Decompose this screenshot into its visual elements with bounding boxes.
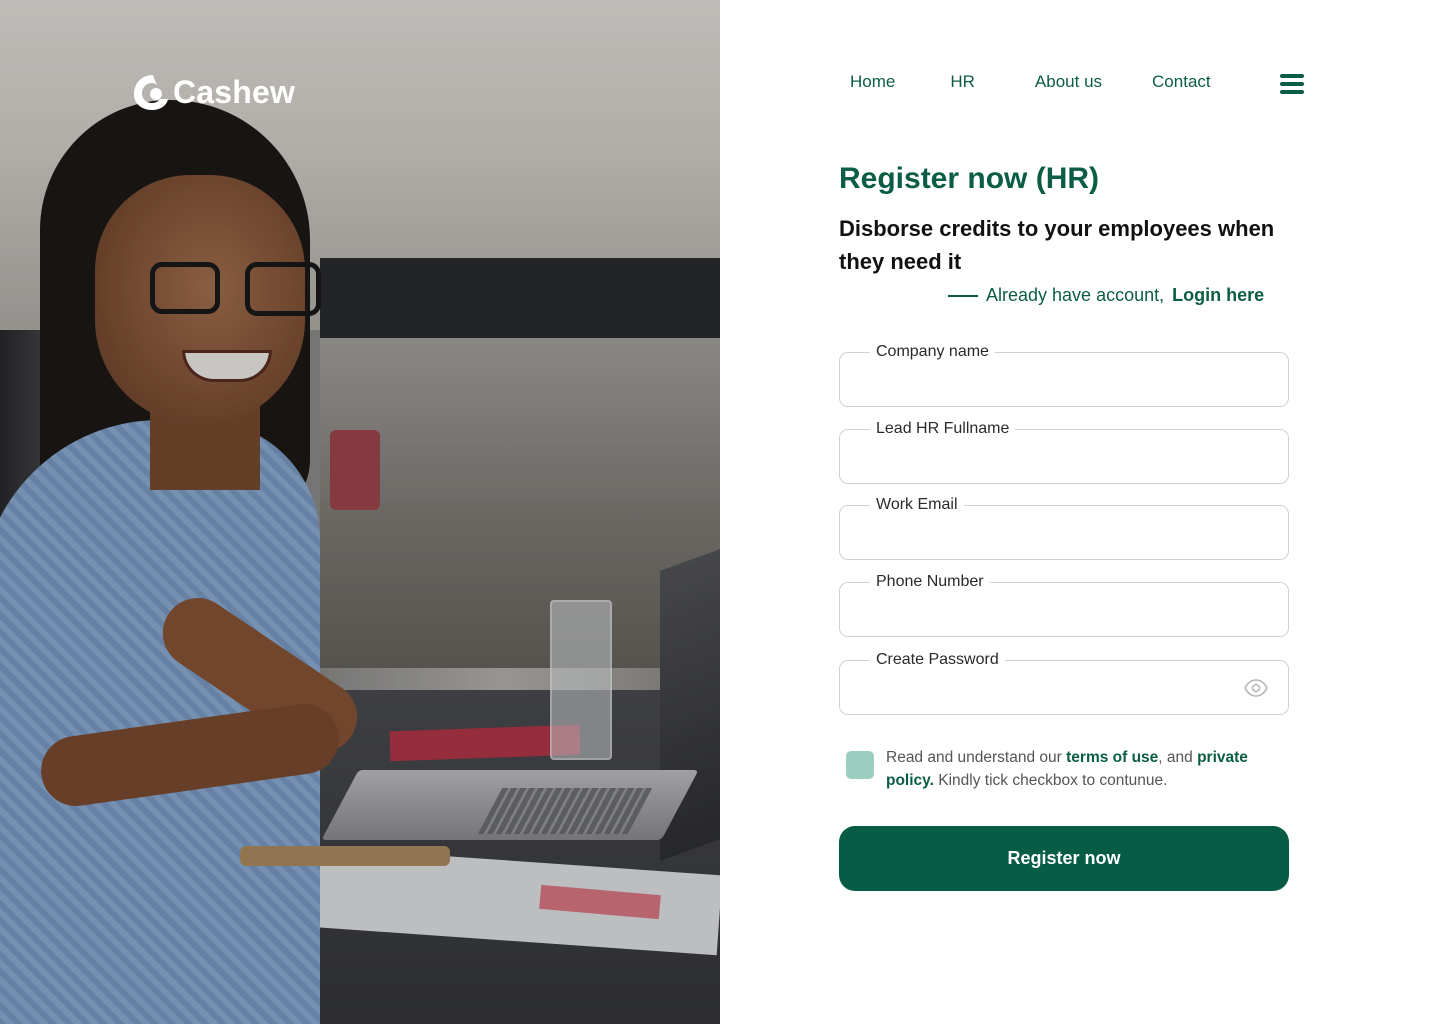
terms-text: Read and understand our terms of use, an…: [886, 746, 1286, 792]
register-button[interactable]: Register now: [839, 826, 1289, 891]
company-name-field[interactable]: Company name: [839, 343, 1289, 407]
nav-about-us[interactable]: About us: [1035, 72, 1102, 92]
lead-hr-fullname-label: Lead HR Fullname: [870, 420, 1016, 438]
terms-middle: , and: [1158, 749, 1193, 766]
form-panel: Home HR About us Contact Register now (H…: [720, 0, 1440, 1024]
login-link[interactable]: Login here: [1172, 285, 1264, 306]
brand-logo[interactable]: Cashew: [131, 72, 295, 112]
terms-suffix: Kindly tick checkbox to contunue.: [938, 772, 1168, 789]
top-nav: Home HR About us Contact: [850, 72, 1211, 92]
terms-prefix: Read and understand our: [886, 749, 1062, 766]
page-title: Register now (HR): [839, 162, 1100, 195]
work-email-field[interactable]: Work Email: [839, 496, 1289, 560]
nav-home[interactable]: Home: [850, 72, 895, 92]
phone-number-input[interactable]: [860, 599, 1240, 623]
cashew-logo-icon: [134, 75, 168, 110]
login-prompt: Already have account, Login here: [948, 285, 1264, 306]
company-name-label: Company name: [870, 343, 995, 361]
login-prompt-text: Already have account,: [986, 285, 1165, 305]
phone-number-field[interactable]: Phone Number: [839, 573, 1289, 637]
phone-number-label: Phone Number: [870, 573, 990, 591]
lead-hr-fullname-field[interactable]: Lead HR Fullname: [839, 420, 1289, 484]
hamburger-menu-icon[interactable]: [1280, 74, 1304, 94]
register-page: Cashew Home HR About us Contact Register…: [0, 0, 1440, 1024]
brand-name: Cashew: [173, 73, 296, 110]
nav-contact[interactable]: Contact: [1152, 72, 1211, 92]
terms-of-use-link[interactable]: terms of use: [1066, 749, 1158, 766]
eye-icon[interactable]: [1244, 678, 1268, 698]
terms-agreement: Read and understand our terms of use, an…: [846, 746, 1286, 792]
dash-decoration: [948, 294, 978, 297]
lead-hr-fullname-input[interactable]: [860, 446, 1240, 470]
create-password-input[interactable]: [860, 677, 1200, 701]
page-subtitle: Disborse credits to your employees when …: [839, 216, 1275, 274]
create-password-field[interactable]: Create Password: [839, 651, 1289, 715]
company-name-input[interactable]: [860, 369, 1240, 393]
work-email-label: Work Email: [870, 496, 964, 514]
work-email-input[interactable]: [860, 522, 1240, 546]
terms-checkbox[interactable]: [846, 751, 874, 779]
hero-photo: Cashew: [0, 0, 720, 1024]
nav-hr[interactable]: HR: [950, 72, 975, 92]
create-password-label: Create Password: [870, 651, 1005, 669]
